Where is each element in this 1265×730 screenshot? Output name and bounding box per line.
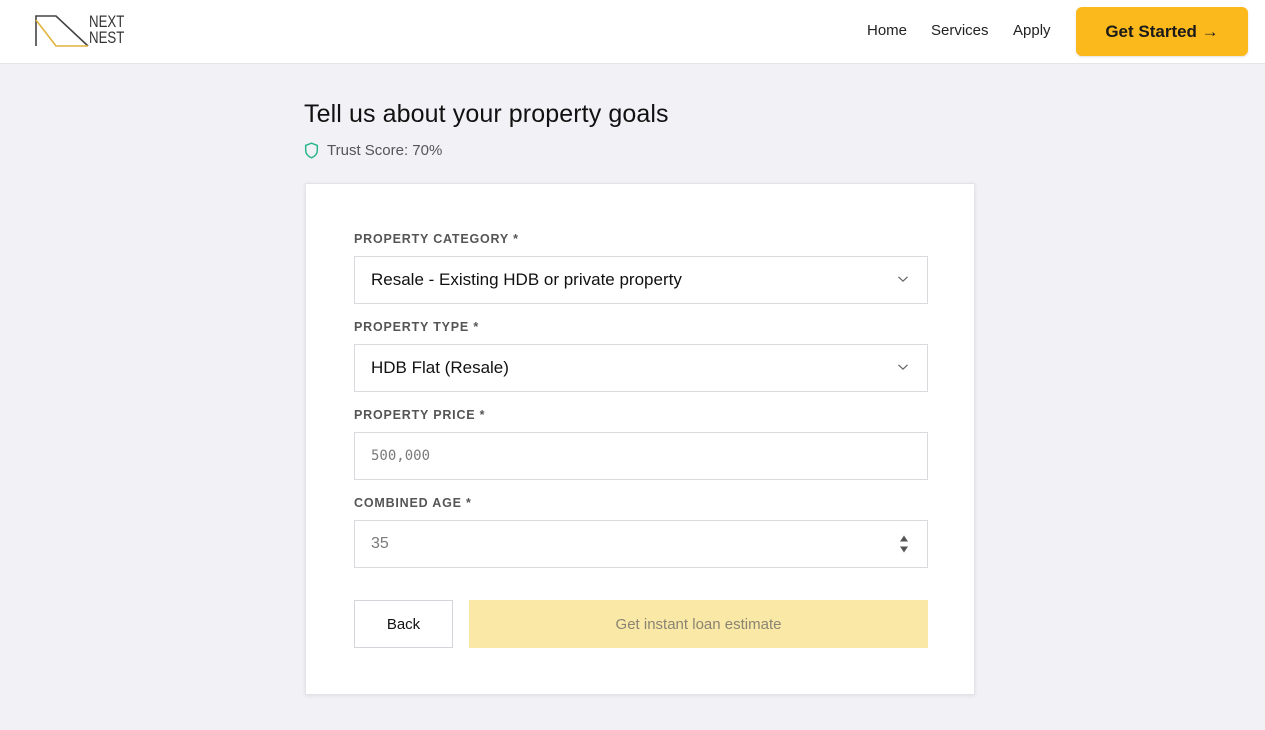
property-category-value: Resale - Existing HDB or private propert… — [371, 270, 682, 289]
property-category-label: PROPERTY CATEGORY * — [354, 232, 519, 246]
get-loan-estimate-button[interactable]: Get instant loan estimate — [469, 600, 928, 648]
page-title: Tell us about your property goals — [304, 100, 669, 128]
nav-services-link[interactable]: Services — [931, 22, 989, 39]
get-started-button[interactable]: Get Started → — [1076, 7, 1248, 56]
top-navigation-bar: NEXT NEST Home Services Apply Get Starte… — [0, 0, 1265, 64]
nav-home-link[interactable]: Home — [867, 22, 907, 39]
nav-apply-link[interactable]: Apply — [1013, 22, 1051, 39]
trust-score: Trust Score: 70% — [304, 141, 442, 159]
combined-age-input[interactable]: 35 — [354, 520, 928, 568]
property-category-select[interactable]: Resale - Existing HDB or private propert… — [354, 256, 928, 304]
property-price-placeholder: 500,000 — [371, 448, 431, 464]
nextnest-logo[interactable]: NEXT NEST — [34, 12, 134, 50]
property-goals-form: PROPERTY CATEGORY * Resale - Existing HD… — [305, 183, 975, 695]
property-type-select[interactable]: HDB Flat (Resale) — [354, 344, 928, 392]
property-type-label: PROPERTY TYPE * — [354, 320, 479, 334]
logo-wordmark: NEXT NEST — [89, 12, 125, 47]
logo-mark-icon — [35, 15, 89, 47]
property-price-input[interactable]: 500,000 — [354, 432, 928, 480]
trust-score-text: Trust Score: 70% — [327, 141, 443, 159]
spinner-icon[interactable] — [899, 534, 909, 554]
combined-age-label: COMBINED AGE * — [354, 496, 472, 510]
chevron-down-icon — [898, 276, 908, 283]
property-price-label: PROPERTY PRICE * — [354, 408, 486, 422]
back-button[interactable]: Back — [354, 600, 453, 648]
chevron-down-icon — [898, 364, 908, 371]
combined-age-placeholder: 35 — [371, 535, 389, 552]
property-type-value: HDB Flat (Resale) — [371, 358, 509, 377]
shield-icon — [304, 141, 319, 159]
